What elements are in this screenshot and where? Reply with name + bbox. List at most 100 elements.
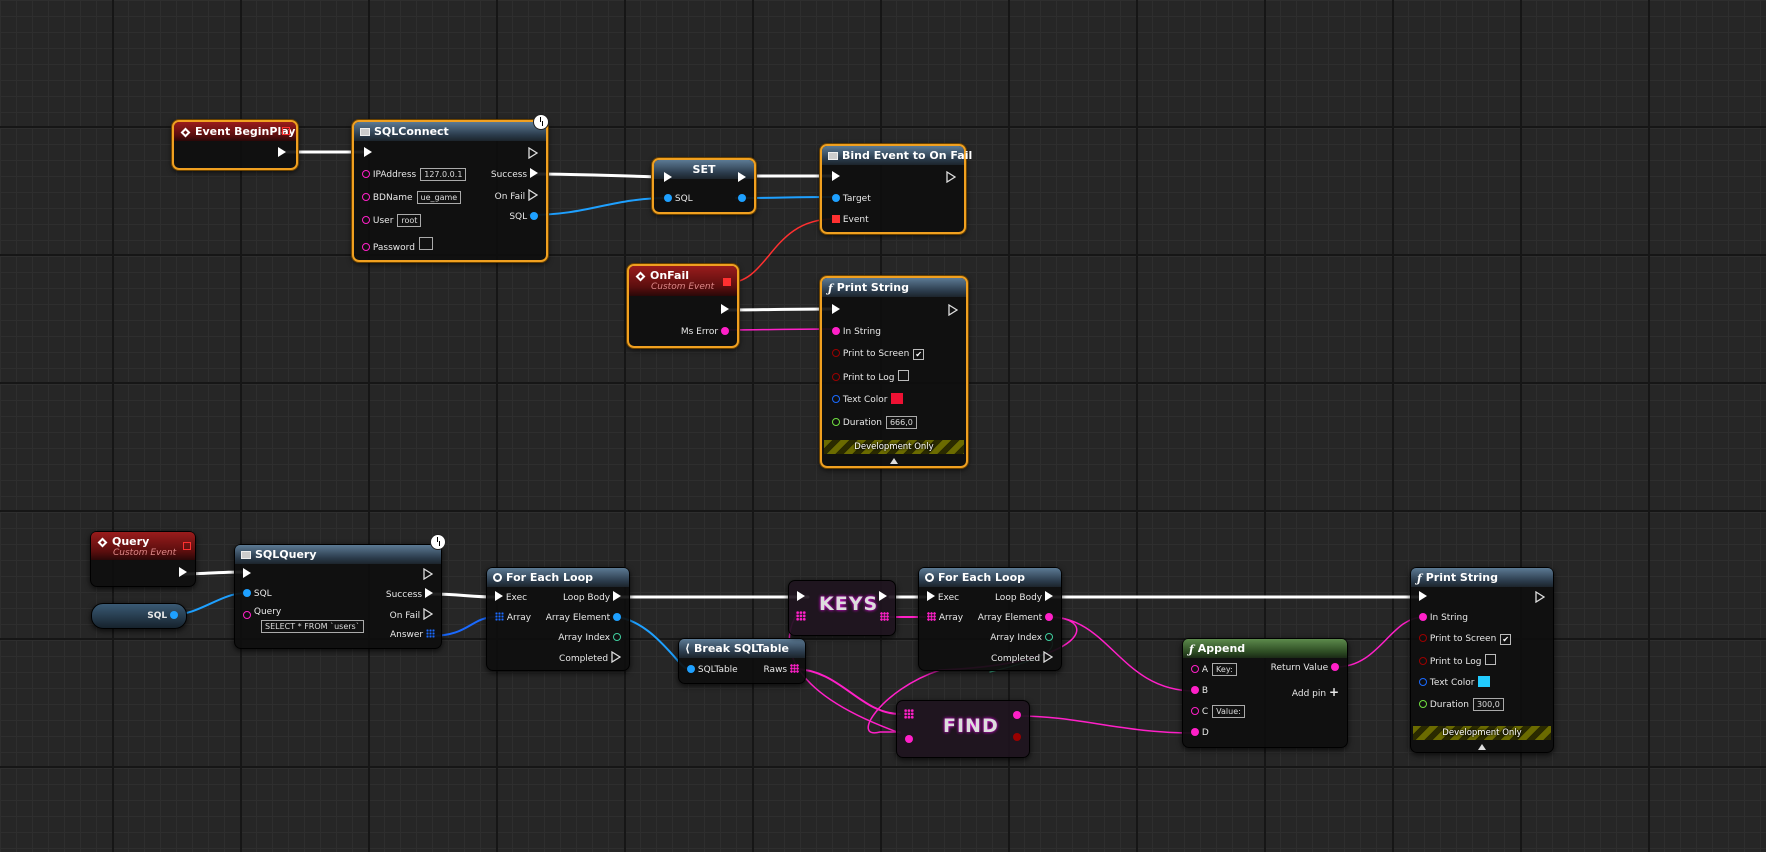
duration-input[interactable]: 666,0	[885, 416, 917, 429]
for-each-loop-node-2[interactable]: For Each Loop Exec Array Loop Body Array…	[918, 567, 1062, 671]
find-node[interactable]: FIND	[896, 700, 1030, 758]
sql-connect-node[interactable]: SQLConnect IPAddress 127.0.0.1 BDName ue_g…	[352, 120, 548, 262]
in-string-pin[interactable]: In String	[832, 325, 881, 339]
exec-in-pin[interactable]	[664, 172, 672, 186]
sqltable-in-pin[interactable]: SQLTable	[687, 663, 738, 677]
array-index-pin[interactable]: Array Index	[990, 631, 1053, 645]
c-input[interactable]: Value:	[1212, 705, 1245, 718]
a-input[interactable]: Key:	[1212, 663, 1237, 676]
user-pin[interactable]: User root	[362, 214, 422, 228]
print-to-screen-checkbox[interactable]: ✔	[913, 349, 925, 360]
onfail-pin[interactable]: On Fail	[390, 607, 434, 622]
print-to-log-checkbox[interactable]	[1485, 654, 1497, 665]
exec-in-pin[interactable]	[797, 591, 805, 605]
sql-query-node[interactable]: SQLQuery SQL Query SELECT * FROM `users`…	[234, 544, 442, 649]
query-pin[interactable]: Query	[243, 605, 281, 619]
expand-arrow-icon[interactable]	[1478, 744, 1486, 750]
bdname-pin[interactable]: BDName ue_game	[362, 191, 462, 205]
return-value-pin[interactable]: Return Value	[1271, 661, 1339, 675]
exec-out-pin[interactable]	[738, 172, 746, 186]
exec-out-pin[interactable]	[1535, 590, 1546, 605]
map-in-pin[interactable]	[904, 709, 914, 723]
success-pin[interactable]: Success	[386, 588, 433, 602]
exec-out-pin[interactable]	[879, 591, 887, 605]
sql-in-pin[interactable]: SQL	[664, 192, 693, 206]
bdname-input[interactable]: ue_game	[416, 191, 462, 204]
print-to-log-pin[interactable]: Print to Log	[1419, 654, 1497, 668]
found-out-pin[interactable]	[1013, 731, 1021, 745]
add-pin-button[interactable]: Add pin +	[1292, 685, 1339, 699]
onfail-event-node[interactable]: OnFail Custom Event Ms Error	[627, 264, 739, 348]
append-node[interactable]: ƒ Append A Key: B C Value: D Return Value A…	[1182, 638, 1348, 748]
sql-out-pin[interactable]: SQL	[509, 210, 538, 224]
a-pin[interactable]: A Key:	[1191, 663, 1237, 677]
exec-in-pin[interactable]	[243, 568, 251, 582]
completed-pin[interactable]: Completed	[991, 650, 1054, 665]
sql-variable-node[interactable]: SQL	[91, 603, 187, 629]
print-to-log-checkbox[interactable]	[898, 370, 910, 381]
exec-out-pin[interactable]	[946, 170, 957, 185]
print-to-log-pin[interactable]: Print to Log	[832, 370, 910, 384]
password-pin[interactable]: Password	[362, 237, 433, 253]
c-pin[interactable]: C Value:	[1191, 705, 1245, 719]
print-string-node-2[interactable]: ƒ Print String In String Print to Screen ✔…	[1410, 567, 1554, 753]
map-in-pin[interactable]	[796, 611, 806, 625]
success-pin[interactable]: Success	[491, 168, 538, 182]
exec-out-pin[interactable]	[948, 303, 959, 318]
user-input[interactable]: root	[397, 214, 422, 227]
exec-in-pin[interactable]	[832, 171, 840, 185]
expand-arrow-icon[interactable]	[890, 458, 898, 464]
keys-node[interactable]: KEYS	[788, 580, 896, 636]
bind-event-node[interactable]: Bind Event to On Fail Target Event	[820, 144, 972, 234]
loop-body-pin[interactable]: Loop Body	[995, 591, 1053, 605]
sql-out-pin[interactable]: SQL	[147, 609, 178, 623]
array-index-pin[interactable]: Array Index	[558, 631, 621, 645]
set-node[interactable]: SET SQL	[652, 158, 756, 214]
delegate-pin[interactable]	[282, 127, 290, 135]
array-element-pin[interactable]: Array Element	[546, 611, 621, 625]
exec-in-pin[interactable]	[364, 147, 372, 161]
event-begin-play-node[interactable]: Event BeginPlay	[172, 120, 298, 170]
break-sqltable-node[interactable]: ⟨ Break SQLTable SQLTable Raws	[678, 638, 806, 684]
sql-out-pin[interactable]	[738, 192, 746, 206]
completed-pin[interactable]: Completed	[559, 650, 622, 665]
for-each-loop-node-1[interactable]: For Each Loop Exec Array Loop Body Array…	[486, 567, 630, 671]
raws-pin[interactable]: Raws	[764, 663, 799, 677]
exec-out-pin[interactable]	[721, 304, 729, 318]
ipaddress-input[interactable]: 127.0.0.1	[420, 168, 467, 181]
value-out-pin[interactable]	[1013, 709, 1021, 723]
delegate-pin[interactable]	[723, 278, 731, 286]
text-color-pin[interactable]: Text Color	[832, 393, 904, 407]
exec-in-pin[interactable]	[1419, 591, 1427, 605]
password-input[interactable]	[418, 237, 433, 250]
array-in-pin[interactable]: Array	[495, 611, 531, 625]
sql-in-pin[interactable]: SQL	[243, 587, 272, 601]
key-in-pin[interactable]	[905, 733, 913, 747]
in-string-pin[interactable]: In String	[1419, 611, 1468, 625]
answer-pin[interactable]: Answer	[390, 628, 435, 642]
exec-out-pin[interactable]	[528, 146, 539, 161]
exec-out-pin[interactable]	[278, 147, 286, 161]
target-pin[interactable]: Target	[832, 192, 871, 206]
keys-out-pin[interactable]	[880, 611, 889, 625]
event-pin[interactable]: Event	[832, 213, 869, 227]
duration-pin[interactable]: Duration 300,0	[1419, 698, 1504, 712]
exec-in-pin[interactable]	[832, 304, 840, 318]
exec-in-pin[interactable]: Exec	[495, 591, 527, 605]
array-in-pin[interactable]: Array	[927, 611, 963, 625]
duration-input[interactable]: 300,0	[1472, 698, 1504, 711]
exec-in-pin[interactable]: Exec	[927, 591, 959, 605]
exec-out-pin[interactable]	[423, 567, 434, 582]
print-to-screen-checkbox[interactable]: ✔	[1500, 634, 1512, 645]
query-event-node[interactable]: Query Custom Event	[90, 531, 196, 587]
print-to-screen-pin[interactable]: Print to Screen ✔	[1419, 632, 1512, 646]
query-input[interactable]: SELECT * FROM `users`	[261, 620, 364, 633]
onfail-pin[interactable]: On Fail	[495, 188, 539, 203]
array-element-pin[interactable]: Array Element	[978, 611, 1053, 625]
b-pin[interactable]: B	[1191, 684, 1208, 698]
text-color-swatch[interactable]	[1478, 676, 1491, 687]
d-pin[interactable]: D	[1191, 726, 1209, 740]
ms-error-pin[interactable]: Ms Error	[681, 325, 729, 339]
delegate-pin[interactable]	[183, 542, 191, 550]
duration-pin[interactable]: Duration 666,0	[832, 416, 917, 430]
